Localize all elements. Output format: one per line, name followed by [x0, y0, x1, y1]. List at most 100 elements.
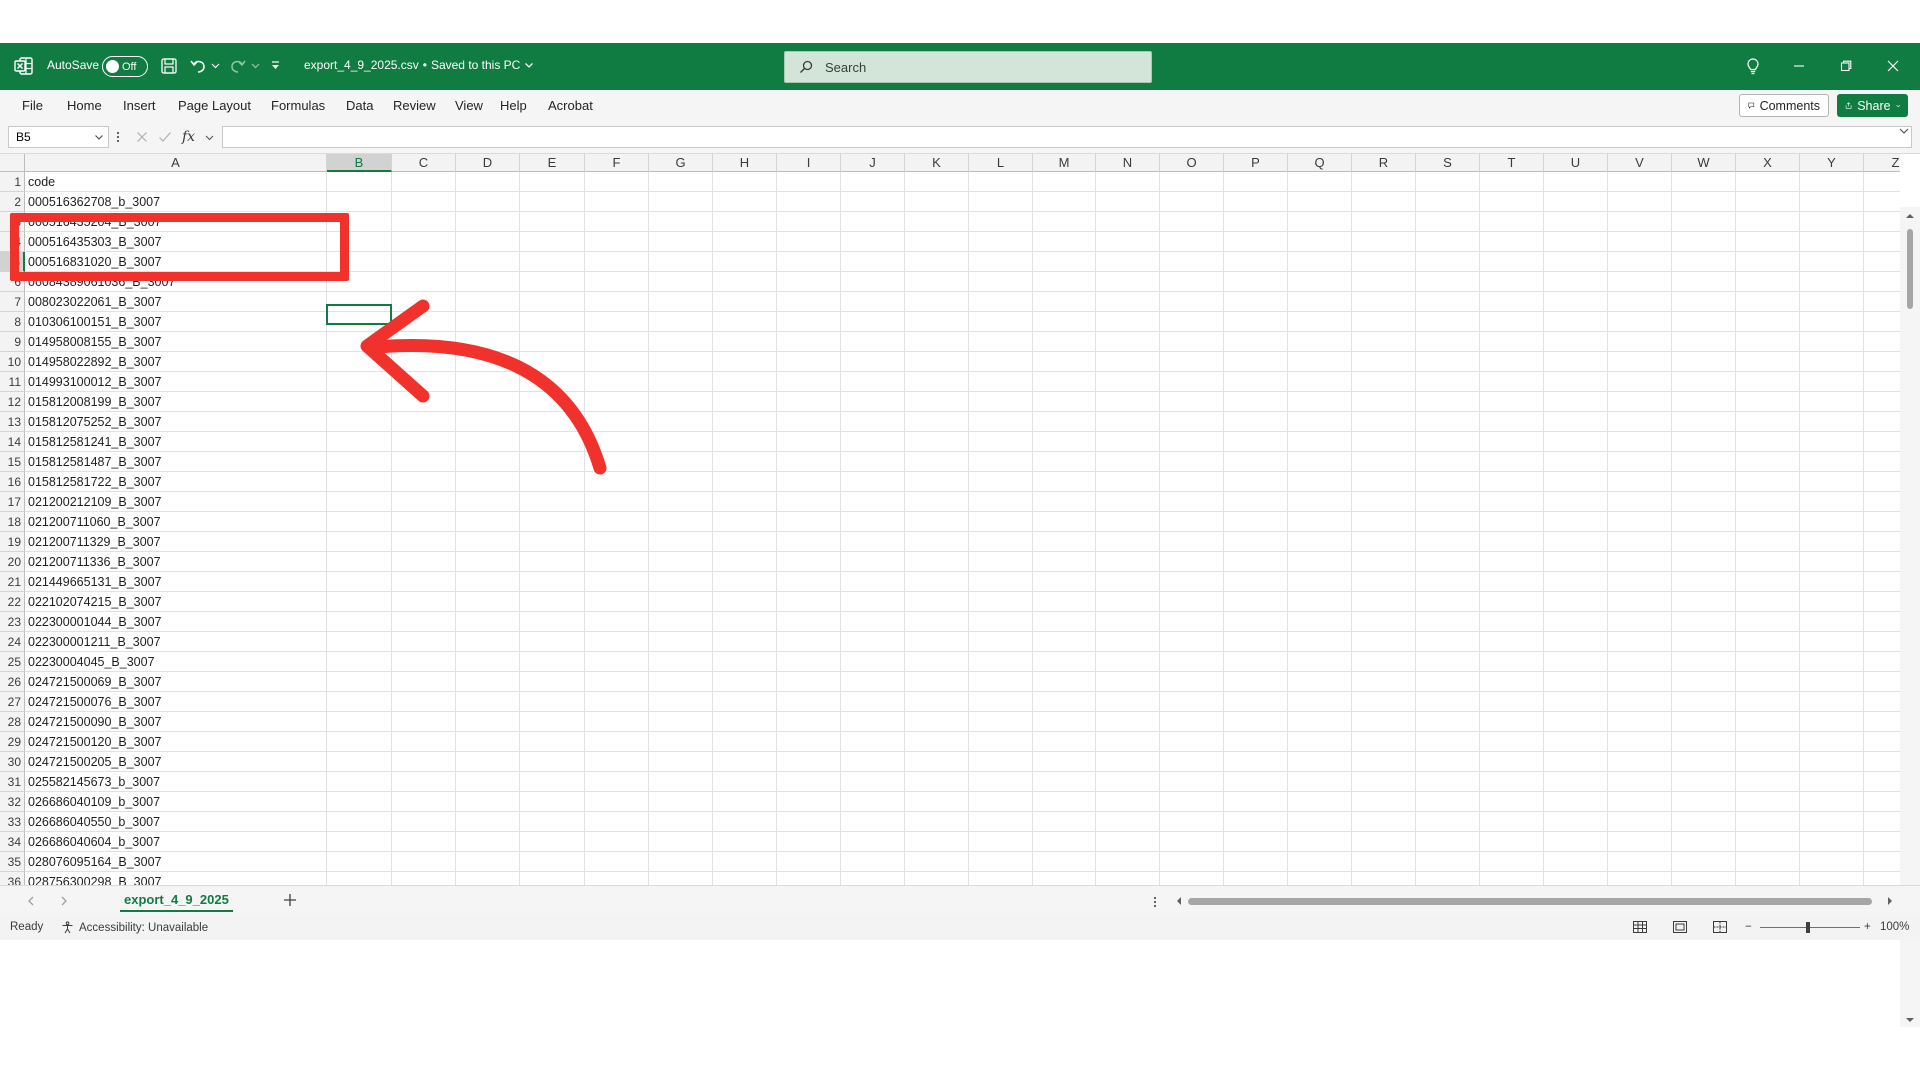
comments-button[interactable]: Comments: [1739, 94, 1829, 117]
cell-a[interactable]: 026686040550_b_3007: [28, 812, 160, 832]
cancel-icon[interactable]: [136, 131, 148, 143]
chevron-down-icon[interactable]: [211, 61, 220, 70]
zoom-level[interactable]: 100%: [1880, 921, 1909, 933]
cell-a[interactable]: 024721500120_B_3007: [28, 732, 161, 752]
row-header[interactable]: 12: [0, 392, 25, 412]
cell-a[interactable]: 014958022892_B_3007: [28, 352, 161, 372]
customize-toolbar-icon[interactable]: [270, 60, 281, 71]
column-header-o[interactable]: O: [1160, 154, 1224, 172]
horizontal-scrollbar[interactable]: [1172, 894, 1900, 908]
undo-icon[interactable]: [188, 56, 208, 76]
row-header[interactable]: 30: [0, 752, 25, 772]
cell-a[interactable]: 026686040604_b_3007: [28, 832, 160, 852]
column-header-s[interactable]: S: [1416, 154, 1480, 172]
chevron-right-icon[interactable]: [58, 895, 70, 907]
row-header[interactable]: 24: [0, 632, 25, 652]
row-header[interactable]: 19: [0, 532, 25, 552]
column-header-g[interactable]: G: [649, 154, 713, 172]
tab-acrobat[interactable]: Acrobat: [548, 98, 593, 113]
page-layout-view-icon[interactable]: [1672, 920, 1688, 934]
cell-a[interactable]: 015812581722_B_3007: [28, 472, 161, 492]
column-header-n[interactable]: N: [1096, 154, 1160, 172]
column-header-f[interactable]: F: [585, 154, 649, 172]
cell-a[interactable]: 028756300298_B_3007: [28, 872, 161, 885]
cell-a[interactable]: 021200711336_B_3007: [28, 552, 161, 572]
column-header-l[interactable]: L: [969, 154, 1033, 172]
share-button[interactable]: Share: [1837, 94, 1908, 117]
minimize-icon[interactable]: [1790, 57, 1808, 75]
column-header-x[interactable]: X: [1736, 154, 1800, 172]
zoom-slider[interactable]: [1760, 927, 1860, 928]
row-header[interactable]: 7: [0, 292, 25, 312]
column-header-j[interactable]: J: [841, 154, 905, 172]
tab-formulas[interactable]: Formulas: [271, 98, 325, 113]
cell-a[interactable]: 024721500205_B_3007: [28, 752, 161, 772]
vertical-scroll-thumb[interactable]: [1907, 229, 1913, 309]
tab-help[interactable]: Help: [500, 98, 527, 113]
row-header[interactable]: 35: [0, 852, 25, 872]
cell-a[interactable]: 024721500076_B_3007: [28, 692, 161, 712]
zoom-in-icon[interactable]: +: [1864, 921, 1871, 933]
cell-a[interactable]: code: [28, 172, 55, 192]
cell-a[interactable]: 010306100151_B_3007: [28, 312, 161, 332]
row-header[interactable]: 2: [0, 192, 25, 212]
cell-a[interactable]: 025582145673_b_3007: [28, 772, 160, 792]
zoom-out-icon[interactable]: −: [1745, 921, 1752, 933]
row-header[interactable]: 27: [0, 692, 25, 712]
redo-icon[interactable]: [228, 56, 248, 76]
chevron-down-icon[interactable]: [205, 133, 214, 142]
cell-a[interactable]: 026686040109_b_3007: [28, 792, 160, 812]
tab-insert[interactable]: Insert: [123, 98, 156, 113]
plus-icon[interactable]: [281, 891, 299, 909]
sheet-tab-export[interactable]: export_4_9_2025: [120, 888, 233, 912]
cell-a[interactable]: 022102074215_B_3007: [28, 592, 161, 612]
chevron-left-icon[interactable]: [25, 895, 37, 907]
row-header[interactable]: 25: [0, 652, 25, 672]
row-header[interactable]: 31: [0, 772, 25, 792]
more-options-icon[interactable]: [1153, 895, 1157, 909]
cell-a[interactable]: 021200711329_B_3007: [28, 532, 161, 552]
column-header-v[interactable]: V: [1608, 154, 1672, 172]
cell-a[interactable]: 014958008155_B_3007: [28, 332, 161, 352]
cell-a[interactable]: 02230004045_B_3007: [28, 652, 155, 672]
column-header-m[interactable]: M: [1033, 154, 1096, 172]
row-header[interactable]: 26: [0, 672, 25, 692]
accessibility-status[interactable]: Accessibility: Unavailable: [61, 921, 208, 934]
cell-a[interactable]: 021200711060_B_3007: [28, 512, 161, 532]
cell-a[interactable]: 015812581241_B_3007: [28, 432, 161, 452]
scroll-down-icon[interactable]: [1905, 1015, 1915, 1025]
tab-file[interactable]: File: [22, 98, 43, 113]
row-header[interactable]: 33: [0, 812, 25, 832]
normal-view-icon[interactable]: [1632, 920, 1648, 934]
tab-data[interactable]: Data: [346, 98, 373, 113]
column-header-p[interactable]: P: [1224, 154, 1288, 172]
row-header[interactable]: 15: [0, 452, 25, 472]
row-header[interactable]: 22: [0, 592, 25, 612]
row-header[interactable]: 9: [0, 332, 25, 352]
cell-a[interactable]: 022300001044_B_3007: [28, 612, 161, 632]
row-header[interactable]: 28: [0, 712, 25, 732]
row-header[interactable]: 8: [0, 312, 25, 332]
select-all-corner[interactable]: [0, 154, 25, 172]
row-header[interactable]: 36: [0, 872, 25, 885]
row-header[interactable]: 11: [0, 372, 25, 392]
more-options-icon[interactable]: [116, 130, 120, 144]
formula-input[interactable]: [222, 126, 1912, 148]
row-header[interactable]: 16: [0, 472, 25, 492]
cell-a[interactable]: 015812008199_B_3007: [28, 392, 161, 412]
column-header-z[interactable]: Z: [1864, 154, 1900, 172]
cell-a[interactable]: 021449665131_B_3007: [28, 572, 161, 592]
cell-a[interactable]: 028076095164_B_3007: [28, 852, 161, 872]
column-header-c[interactable]: C: [392, 154, 456, 172]
row-header[interactable]: 20: [0, 552, 25, 572]
zoom-slider-thumb[interactable]: [1806, 922, 1810, 933]
tab-home[interactable]: Home: [67, 98, 102, 113]
tab-view[interactable]: View: [455, 98, 483, 113]
scroll-up-icon[interactable]: [1905, 211, 1915, 221]
restore-icon[interactable]: [1837, 57, 1855, 75]
column-header-d[interactable]: D: [456, 154, 520, 172]
document-title[interactable]: export_4_9_2025.csv • Saved to this PC: [304, 58, 534, 72]
row-header[interactable]: 23: [0, 612, 25, 632]
column-header-t[interactable]: T: [1480, 154, 1544, 172]
tab-page-layout[interactable]: Page Layout: [178, 98, 251, 113]
